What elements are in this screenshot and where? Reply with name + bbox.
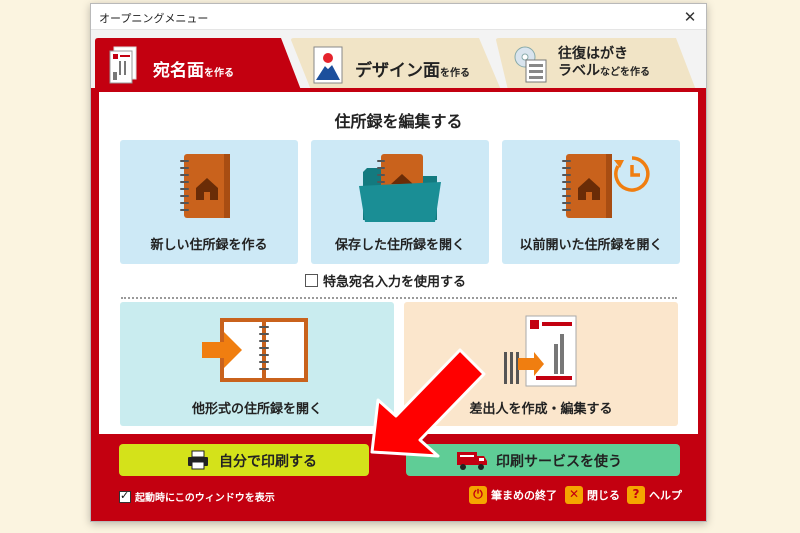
tab-reply-card-label[interactable]: 往復はがき ラベルなどを作る [496,38,696,90]
sender-postcard-icon [500,314,580,390]
folder-icon [359,152,441,226]
tab-label-line2-main: ラベル [558,63,600,79]
printer-icon [187,450,209,470]
open-saved-address-book-label: 保存した住所録を開く [334,238,465,253]
express-input-label: 特急宛名入力を使用する [323,275,467,290]
open-recent-address-book-label: 以前開いた住所録を開く [519,238,663,253]
tab-design-side[interactable]: デザイン面を作る [291,38,501,90]
open-other-format-button[interactable]: 他形式の住所録を開く [120,302,394,426]
clock-icon [612,154,652,194]
quit-label: 筆まめの終了 [491,488,557,502]
title-bar: オープニングメニュー ✕ [91,4,706,30]
open-book-icon [202,316,312,386]
close-window-button[interactable]: ✕ 閉じる [565,484,620,504]
tab-label-line2-sub: などを作る [600,67,650,78]
postcard-icon [109,46,139,84]
show-on-startup-checkbox[interactable]: 起動時にこのウィンドウを表示 [119,486,275,504]
print-yourself-label: 自分で印刷する [219,454,317,470]
show-on-startup-box[interactable] [119,489,131,503]
open-recent-address-book-button[interactable]: 以前開いた住所録を開く [502,140,680,264]
window-title: オープニングメニュー [99,12,209,25]
open-other-format-label: 他形式の住所録を開く [191,402,322,417]
cd-label-icon [514,46,548,84]
address-book-icon [560,152,620,222]
address-book-icon [178,152,238,222]
new-address-book-label: 新しい住所録を作る [150,238,268,253]
close-x-icon: ✕ [565,485,583,504]
section-title: 住所録を編集する [334,112,463,131]
tab-label-line1: 往復はがき [558,46,628,62]
help-button[interactable]: ? ヘルプ [627,484,682,504]
new-address-book-button[interactable]: 新しい住所録を作る [120,140,298,264]
close-label: 閉じる [587,488,620,502]
express-input-box[interactable] [305,274,318,287]
show-on-startup-label: 起動時にこのウィンドウを表示 [135,493,275,504]
help-label: ヘルプ [649,488,682,502]
express-input-checkbox[interactable]: 特急宛名入力を使用する [305,270,467,290]
tab-address-side[interactable]: 宛名面を作る [95,38,301,90]
close-icon[interactable]: ✕ [680,7,700,27]
quit-icon: ⏻ [469,485,487,504]
tab-address-main: 宛名面 [153,61,204,81]
pointer-arrow-icon [370,348,486,458]
tab-address-sub: を作る [204,68,234,79]
print-service-label: 印刷サービスを使う [496,454,622,470]
tab-design-sub: を作る [440,68,470,79]
quit-fudemame-button[interactable]: ⏻ 筆まめの終了 [469,484,557,504]
print-yourself-button[interactable]: 自分で印刷する [119,444,369,476]
section-divider [121,297,677,299]
tab-design-main: デザイン面 [355,61,440,81]
help-icon: ? [627,485,645,504]
fuji-postcard-icon [313,46,343,84]
open-saved-address-book-button[interactable]: 保存した住所録を開く [311,140,489,264]
tab-strip: 宛名面を作る デザイン面を作る 往復はがき ラベルなどを作る [91,30,706,90]
